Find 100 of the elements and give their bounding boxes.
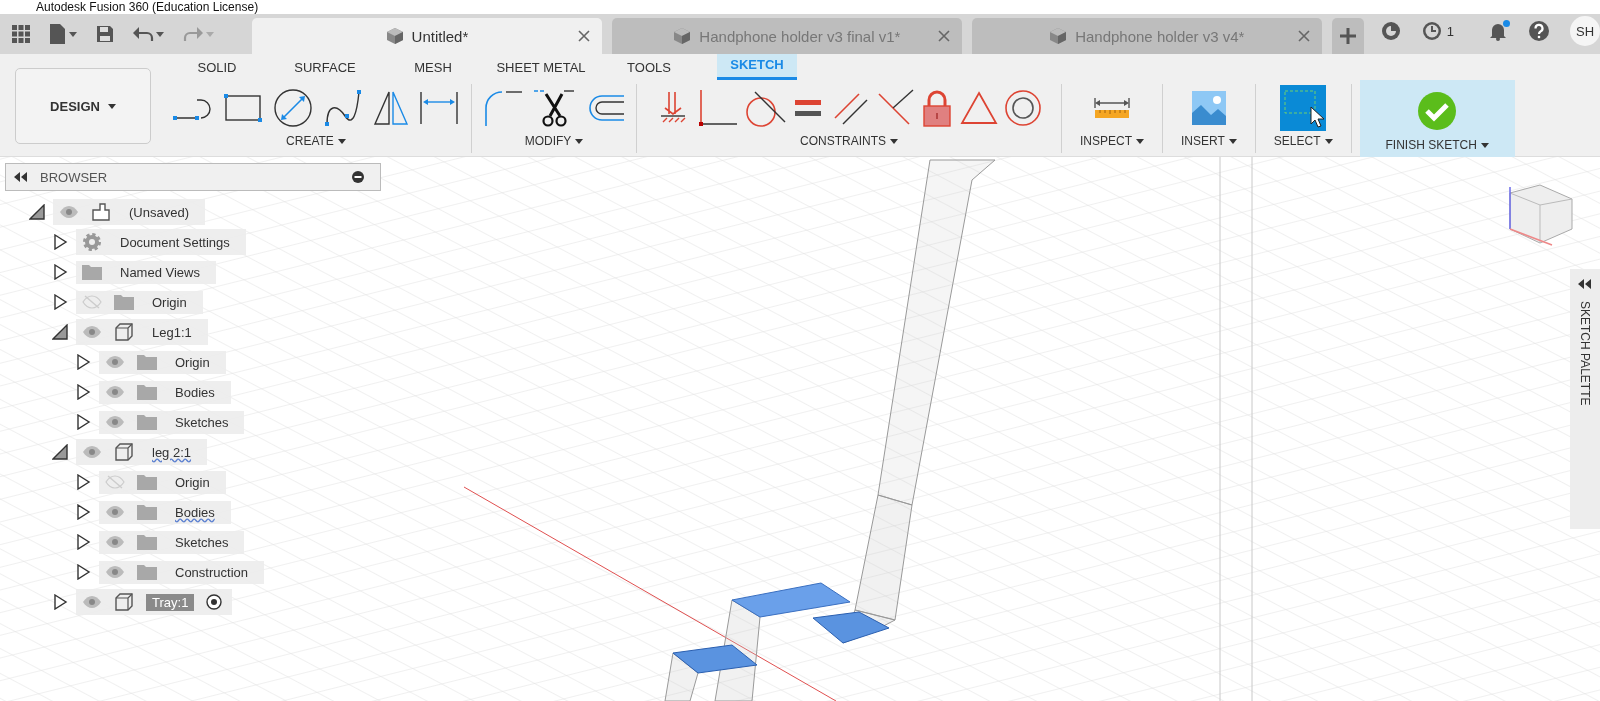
circle-tool-icon[interactable] [271, 87, 315, 128]
collapsed-arrow-icon[interactable] [75, 384, 91, 400]
tree-item-label: Sketches [174, 413, 230, 431]
toolbar-tab[interactable]: MESH [379, 56, 487, 80]
eye-icon[interactable] [82, 325, 102, 339]
tree-item[interactable]: Bodies [99, 380, 231, 404]
gear-icon [82, 232, 102, 252]
tool-group-dropdown[interactable]: CONSTRAINTS [798, 131, 900, 153]
tool-group-dropdown[interactable]: INSPECT [1078, 131, 1146, 153]
collapsed-arrow-icon[interactable] [52, 234, 68, 250]
eye-icon[interactable] [59, 205, 79, 219]
eye-icon[interactable] [105, 505, 125, 519]
eye-icon[interactable] [82, 445, 102, 459]
eye-icon[interactable] [105, 565, 125, 579]
document-tab[interactable]: Untitled* [251, 18, 602, 54]
tree-item[interactable]: Bodies [99, 500, 231, 524]
tool-group-dropdown[interactable]: MODIFY [522, 131, 586, 153]
undo-icon[interactable] [132, 25, 164, 43]
collapsed-arrow-icon[interactable] [75, 414, 91, 430]
tree-item-label: leg 2:1 [151, 443, 193, 461]
component-icon [114, 442, 134, 462]
tree-item[interactable]: Sketches [99, 410, 245, 434]
tree-item[interactable]: Construction [99, 560, 264, 584]
eye-icon[interactable] [82, 595, 102, 609]
toolbar-tab[interactable]: TOOLS [595, 56, 703, 80]
collapse-panel-icon[interactable] [14, 172, 28, 182]
collapsed-arrow-icon[interactable] [52, 294, 68, 310]
caret-icon [337, 138, 346, 144]
caret-icon [1480, 142, 1489, 148]
tool-group-dropdown[interactable]: CREATE [284, 131, 348, 153]
cube-icon [385, 27, 404, 45]
grid-menu-icon[interactable] [12, 25, 30, 43]
minimize-icon[interactable] [352, 171, 364, 183]
scissors-icon[interactable] [532, 87, 576, 128]
expanded-arrow-icon[interactable] [29, 204, 45, 220]
close-icon[interactable] [577, 30, 590, 42]
tree-item-label: Sketches [174, 533, 230, 551]
concentric-circles-icon[interactable] [1003, 87, 1043, 128]
tree-item[interactable]: Named Views [76, 260, 216, 284]
folder-icon [137, 384, 157, 400]
eye-icon[interactable] [105, 355, 125, 369]
sketch-palette-tab[interactable]: SKETCH PALETTE [1570, 269, 1600, 529]
collapsed-arrow-icon[interactable] [52, 264, 68, 280]
folder-icon [114, 294, 134, 310]
close-icon[interactable] [937, 30, 950, 42]
tree-item-label: Origin [151, 293, 188, 311]
component-icon [114, 592, 134, 612]
collapsed-arrow-icon[interactable] [75, 474, 91, 490]
tree-item[interactable]: leg 2:1 [76, 439, 208, 465]
tree-item-label: Origin [174, 353, 211, 371]
caret-icon [1228, 138, 1237, 144]
job-status-icon[interactable] [1379, 20, 1402, 42]
document-tab-label: Handphone holder v3 final v1* [699, 27, 901, 45]
cube-icon [1049, 27, 1068, 45]
expanded-arrow-icon[interactable] [52, 324, 68, 340]
window-title: Autodesk Fusion 360 (Education License) [36, 1, 259, 13]
collapsed-arrow-icon[interactable] [75, 504, 91, 520]
tree-item-label: Leg1:1 [151, 323, 193, 341]
component-icon [114, 322, 134, 342]
eye-icon[interactable] [105, 415, 125, 429]
collapsed-arrow-icon[interactable] [52, 594, 68, 610]
tool-group-dropdown[interactable]: SELECT [1271, 131, 1335, 153]
collapsed-arrow-icon[interactable] [75, 564, 91, 580]
window-select-icon[interactable] [1280, 84, 1327, 131]
tool-group-dropdown[interactable]: FINISH SKETCH [1383, 135, 1491, 157]
tree-item-label: Construction [174, 563, 249, 581]
user-avatar[interactable]: SH [1570, 16, 1600, 46]
workspace-dropdown[interactable]: DESIGN [15, 68, 151, 144]
new-tab-button[interactable] [1331, 18, 1364, 54]
help-icon[interactable] [1528, 20, 1550, 42]
folder-icon [137, 504, 157, 520]
tree-item[interactable]: Leg1:1 [76, 319, 208, 345]
tree-item[interactable]: Document Settings [76, 229, 246, 255]
tool-group-dropdown[interactable]: INSERT [1179, 131, 1239, 153]
toolbar-tab[interactable]: SOLID [163, 56, 271, 80]
eye-icon[interactable] [105, 385, 125, 399]
collapsed-arrow-icon[interactable] [75, 534, 91, 550]
checkmark-icon[interactable] [1417, 90, 1458, 131]
bell-icon[interactable] [1488, 21, 1508, 41]
folder-icon [82, 264, 102, 280]
tree-item[interactable]: Origin [99, 350, 226, 374]
save-icon[interactable] [96, 25, 114, 43]
tree-item[interactable]: Sketches [99, 530, 245, 554]
eye-icon[interactable] [105, 535, 125, 549]
tree-item[interactable]: Origin [76, 290, 203, 314]
expand-panel-icon[interactable] [1578, 279, 1592, 289]
toolbar-tab[interactable]: SURFACE [271, 56, 379, 80]
close-icon[interactable] [1297, 30, 1310, 42]
toolbar-tab[interactable]: SHEET METAL [487, 56, 595, 80]
collapsed-arrow-icon[interactable] [75, 354, 91, 370]
expanded-arrow-icon[interactable] [52, 444, 68, 460]
caret-icon [1136, 138, 1144, 144]
folder-icon [137, 414, 157, 430]
tree-item[interactable]: Origin [99, 470, 226, 494]
tree-item[interactable]: (Unsaved) [53, 199, 205, 225]
file-menu-icon[interactable] [48, 24, 78, 44]
radio-button-icon[interactable] [206, 594, 223, 610]
clock-icon[interactable] [1421, 21, 1442, 41]
sketch-palette-label: SKETCH PALETTE [1578, 301, 1592, 406]
cube-icon [673, 27, 692, 45]
